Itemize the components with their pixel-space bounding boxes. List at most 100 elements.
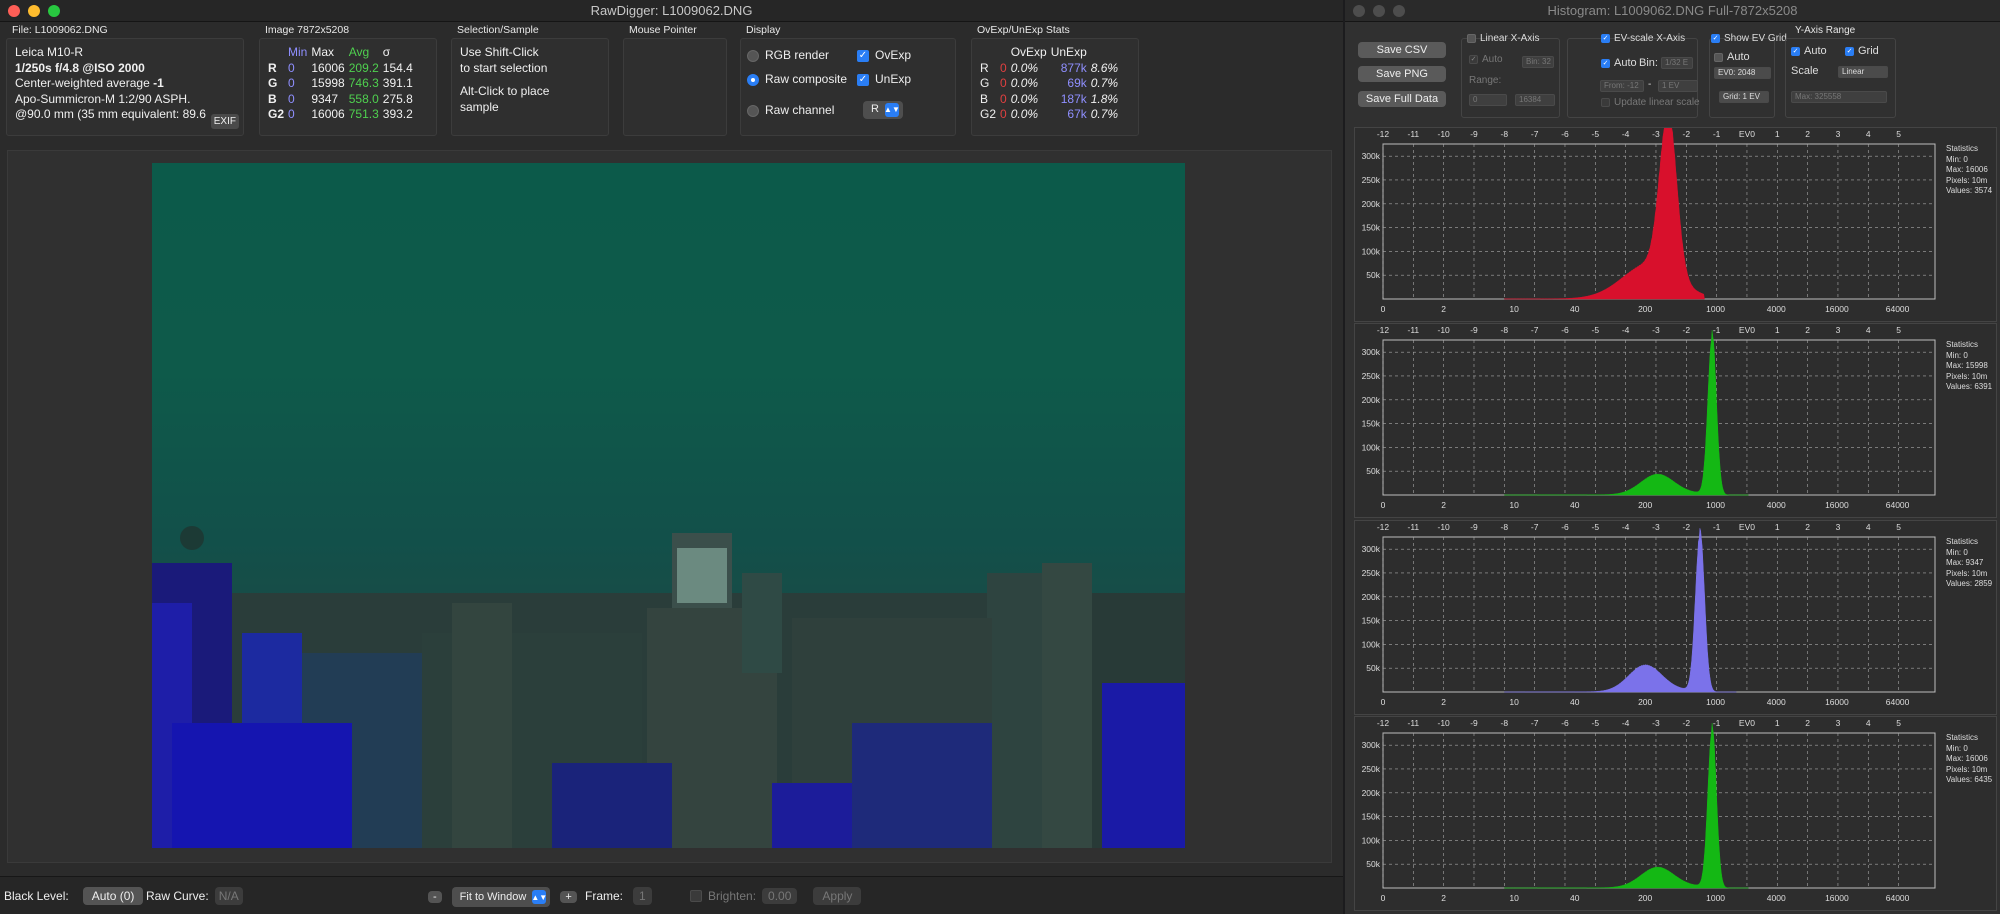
y-max-field[interactable]: Max: 325558 bbox=[1791, 91, 1887, 103]
close-window-button[interactable] bbox=[1353, 5, 1365, 17]
zoom-window-button[interactable] bbox=[48, 5, 60, 17]
ev-tick-label: 3 bbox=[1836, 522, 1841, 532]
ev-grid-label: Show EV Grid bbox=[1724, 33, 1787, 44]
raw-image-preview[interactable] bbox=[152, 163, 1185, 848]
histogram-panel-b[interactable]: -12 -11 -10 -9 -8 -7 -6 -5 -4 -3 -2 -1 EV0 1 2 3 4 5 300k 2… bbox=[1354, 520, 1997, 715]
black-level-button[interactable]: Auto (0) bbox=[82, 887, 144, 905]
y-auto-toggle[interactable]: ✓ Auto bbox=[1791, 45, 1827, 57]
ev-tick-label: -3 bbox=[1652, 718, 1660, 728]
linear-auto-toggle[interactable]: ✓ Auto bbox=[1469, 54, 1503, 65]
image-label: Image 7872x5208 bbox=[265, 24, 350, 36]
col-header bbox=[980, 45, 1000, 61]
update-linear-toggle[interactable]: Update linear scale bbox=[1601, 97, 1700, 108]
rgb-render-radio[interactable] bbox=[747, 49, 759, 62]
linear-auto-checkbox[interactable]: ✓ bbox=[1469, 55, 1478, 64]
raw-channel-option[interactable]: Raw channel bbox=[747, 103, 834, 119]
zoom-select[interactable]: Fit to Window ▲▼ bbox=[451, 887, 551, 907]
y-tick-label: 150k bbox=[1362, 223, 1381, 233]
raw-curve-value[interactable]: N/A bbox=[214, 887, 243, 905]
y-tick-label: 150k bbox=[1362, 419, 1381, 429]
exif-button[interactable]: EXIF bbox=[210, 113, 239, 129]
raw-composite-option[interactable]: Raw composite bbox=[747, 72, 847, 88]
display-label: Display bbox=[746, 24, 781, 36]
linear-bin-field[interactable]: Bin: 32 bbox=[1522, 56, 1554, 68]
ev-tick-label: -1 bbox=[1713, 129, 1721, 139]
ev-tick-label: 5 bbox=[1896, 129, 1901, 139]
camera-info-box: Leica M10-R 1/250s f/4.8 @ISO 2000 Cente… bbox=[6, 38, 244, 136]
close-window-button[interactable] bbox=[8, 5, 20, 17]
ev-x-toggle[interactable]: ✓ EV-scale X-Axis bbox=[1601, 33, 1685, 44]
ev-grid-auto-checkbox[interactable] bbox=[1714, 52, 1723, 62]
ovexp-count: 0 bbox=[1000, 91, 1007, 106]
zoom-out-button[interactable]: - bbox=[428, 891, 442, 903]
stats-pixels: Pixels: 10m bbox=[1946, 764, 1988, 774]
rgb-render-option[interactable]: RGB render bbox=[747, 48, 829, 64]
y-grid-checkbox[interactable]: ✓ bbox=[1845, 46, 1854, 56]
linear-range-to[interactable]: 16384 bbox=[1515, 94, 1555, 106]
linear-x-checkbox[interactable] bbox=[1467, 34, 1476, 43]
unexp-checkbox[interactable]: ✓ bbox=[857, 73, 869, 86]
ev-grid-auto-toggle[interactable]: Auto bbox=[1714, 51, 1750, 63]
sigma-cell: 393.2 bbox=[382, 107, 413, 121]
ev-grid-select[interactable]: Grid: 1 EV bbox=[1719, 91, 1769, 103]
minimize-window-button[interactable] bbox=[28, 5, 40, 17]
ev-from-field[interactable]: From: -12 bbox=[1600, 80, 1644, 92]
linear-range-from[interactable]: 0 bbox=[1469, 94, 1507, 106]
histogram-window-title: Histogram: L1009062.DNG Full-7872x5208 bbox=[1547, 3, 1798, 18]
ev-tick-label: -4 bbox=[1622, 718, 1630, 728]
histogram-panel-r[interactable]: -12 -11 -10 -9 -8 -7 -6 -5 -4 -3 -2 -1 EV0 1 2 3 4 5 300k 2… bbox=[1354, 127, 1997, 322]
minimize-window-button[interactable] bbox=[1373, 5, 1385, 17]
channel-popup[interactable]: R ▲▼ bbox=[863, 101, 903, 119]
y-auto-checkbox[interactable]: ✓ bbox=[1791, 46, 1800, 56]
brighten-checkbox[interactable] bbox=[690, 890, 702, 902]
y-scale-select[interactable]: Linear bbox=[1838, 66, 1888, 78]
zoom-in-button[interactable]: + bbox=[560, 891, 577, 903]
raw-composite-radio[interactable] bbox=[747, 73, 759, 86]
ev-x-checkbox[interactable]: ✓ bbox=[1601, 34, 1610, 43]
camera-model: Leica M10-R bbox=[15, 45, 84, 59]
ev-to-field[interactable]: 1 EV bbox=[1658, 80, 1698, 92]
channel-select[interactable]: R ▲▼ bbox=[863, 101, 903, 119]
histogram-panel-g2[interactable]: -12 -11 -10 -9 -8 -7 -6 -5 -4 -3 -2 -1 EV0 1 2 3 4 5 300k 2… bbox=[1354, 716, 1997, 911]
min-cell: 0 bbox=[288, 60, 295, 75]
x-tick-label: 2 bbox=[1441, 500, 1446, 510]
ev-tick-label: -9 bbox=[1470, 718, 1478, 728]
raw-channel-radio[interactable] bbox=[747, 104, 759, 117]
main-window: RawDigger: L1009062.DNG File: L1009062.D… bbox=[0, 0, 1343, 914]
x-tick-label: 0 bbox=[1381, 697, 1386, 707]
ovexp-percent: 0.0% bbox=[1010, 91, 1039, 106]
linear-x-toggle[interactable]: Linear X-Axis bbox=[1467, 33, 1539, 44]
cityscape-image bbox=[152, 526, 1185, 848]
ev0-field[interactable]: EV0: 2048 bbox=[1714, 67, 1771, 79]
ovexp-checkbox[interactable]: ✓ bbox=[857, 49, 869, 62]
save-png-button[interactable]: Save PNG bbox=[1358, 66, 1446, 82]
save-full-data-button[interactable]: Save Full Data bbox=[1358, 91, 1446, 107]
zoom-window-button[interactable] bbox=[1393, 5, 1405, 17]
histogram-plot: -12 -11 -10 -9 -8 -7 -6 -5 -4 -3 -2 -1 EV0 1 2 3 4 5 300k 2… bbox=[1362, 325, 1936, 510]
stats-max: Max: 9347 bbox=[1946, 558, 1984, 567]
histogram-panel-g[interactable]: -12 -11 -10 -9 -8 -7 -6 -5 -4 -3 -2 -1 EV0 1 2 3 4 5 300k 2… bbox=[1354, 323, 1997, 518]
brighten-field[interactable]: 0.00 bbox=[762, 888, 798, 904]
avg-cell: 209.2 bbox=[348, 60, 379, 75]
unexp-option[interactable]: ✓ UnExp bbox=[857, 72, 911, 88]
ev-auto-checkbox[interactable]: ✓ bbox=[1601, 58, 1610, 68]
stats-values: Values: 6435 bbox=[1946, 775, 1993, 784]
save-csv-button[interactable]: Save CSV bbox=[1358, 42, 1446, 58]
ev-grid-toggle[interactable]: ✓ Show EV Grid bbox=[1711, 33, 1787, 44]
selection-hint-1: Use Shift-Click bbox=[460, 45, 539, 59]
x-tick-label: 4000 bbox=[1767, 500, 1786, 510]
ev-tick-label: -5 bbox=[1592, 522, 1600, 532]
ovexp-option[interactable]: ✓ OvExp bbox=[857, 48, 911, 64]
min-cell: 0 bbox=[288, 91, 295, 106]
ev-grid-checkbox[interactable]: ✓ bbox=[1711, 34, 1720, 43]
frame-stepper[interactable]: 1 bbox=[633, 887, 652, 905]
update-linear-checkbox[interactable] bbox=[1601, 98, 1610, 107]
channel-name: B bbox=[980, 91, 989, 106]
main-titlebar: RawDigger: L1009062.DNG bbox=[0, 0, 1343, 22]
ev-tick-label: 2 bbox=[1805, 718, 1810, 728]
ev-bin-select[interactable]: 1/32 E bbox=[1661, 57, 1693, 69]
ev-tick-label: -6 bbox=[1561, 129, 1569, 139]
apply-button[interactable]: Apply bbox=[813, 887, 862, 905]
y-grid-toggle[interactable]: ✓ Grid bbox=[1845, 45, 1879, 57]
ev-auto-toggle[interactable]: ✓ Auto bbox=[1601, 57, 1637, 69]
